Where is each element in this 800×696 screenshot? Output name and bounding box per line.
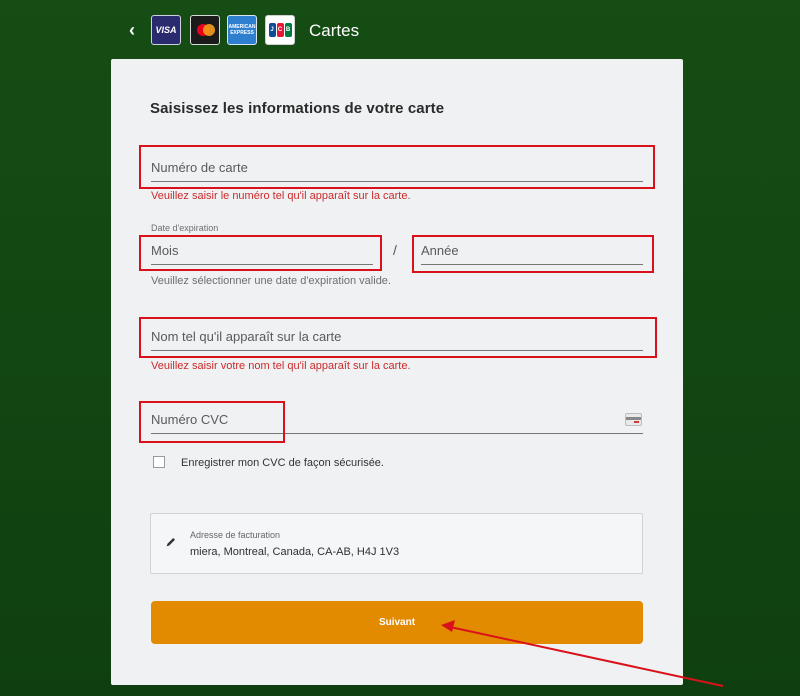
chevron-left-icon: ‹	[129, 20, 135, 40]
card-number-error: Veuillez saisir le numéro tel qu'il appa…	[151, 190, 411, 202]
expiry-year-select[interactable]: Année	[421, 237, 643, 265]
back-button[interactable]: ‹	[123, 20, 141, 40]
billing-address-box[interactable]: Adresse de facturation miera, Montreal, …	[150, 513, 643, 574]
cardholder-name-error: Veuillez saisir votre nom tel qu'il appa…	[151, 360, 411, 372]
form-title: Saisissez les informations de votre cart…	[150, 100, 445, 117]
save-cvc-checkbox[interactable]	[153, 456, 165, 468]
cardholder-name-input[interactable]: Nom tel qu'il apparaît sur la carte	[151, 323, 643, 351]
visa-logo-icon: VISA	[151, 15, 181, 45]
cvc-input[interactable]: Numéro CVC	[151, 406, 643, 434]
next-button[interactable]: Suivant	[151, 601, 643, 644]
expiry-separator: /	[393, 242, 397, 258]
jcb-logo-icon: JCB	[265, 15, 295, 45]
top-bar: ‹ VISA AMERICAN EXPRESS JCB Cartes	[0, 0, 800, 60]
billing-address-label: Adresse de facturation	[190, 530, 281, 540]
card-form-panel: Saisissez les informations de votre cart…	[111, 59, 683, 685]
visa-logo-text: VISA	[155, 25, 177, 35]
card-number-input[interactable]: Numéro de carte	[151, 154, 643, 182]
expiry-error: Veuillez sélectionner une date d'expirat…	[151, 275, 391, 287]
amex-logo-icon: AMERICAN EXPRESS	[227, 15, 257, 45]
next-button-label: Suivant	[378, 617, 416, 628]
page-title: Cartes	[309, 21, 360, 40]
cardholder-name-placeholder: Nom tel qu'il apparaît sur la carte	[151, 329, 342, 344]
save-cvc-label: Enregistrer mon CVC de façon sécurisée.	[181, 457, 384, 469]
expiry-month-placeholder: Mois	[151, 243, 179, 258]
pencil-icon	[166, 538, 175, 547]
mastercard-logo-icon	[190, 15, 220, 45]
expiry-year-placeholder: Année	[421, 243, 459, 258]
expiry-label: Date d'expiration	[151, 223, 219, 233]
expiry-month-select[interactable]: Mois	[151, 237, 373, 265]
amex-logo-text-bottom: EXPRESS	[230, 30, 254, 36]
cvc-placeholder: Numéro CVC	[151, 412, 229, 427]
card-number-placeholder: Numéro de carte	[151, 160, 248, 175]
billing-address-value: miera, Montreal, Canada, CA-AB, H4J 1V3	[190, 546, 400, 558]
credit-card-cvc-icon	[625, 413, 642, 426]
